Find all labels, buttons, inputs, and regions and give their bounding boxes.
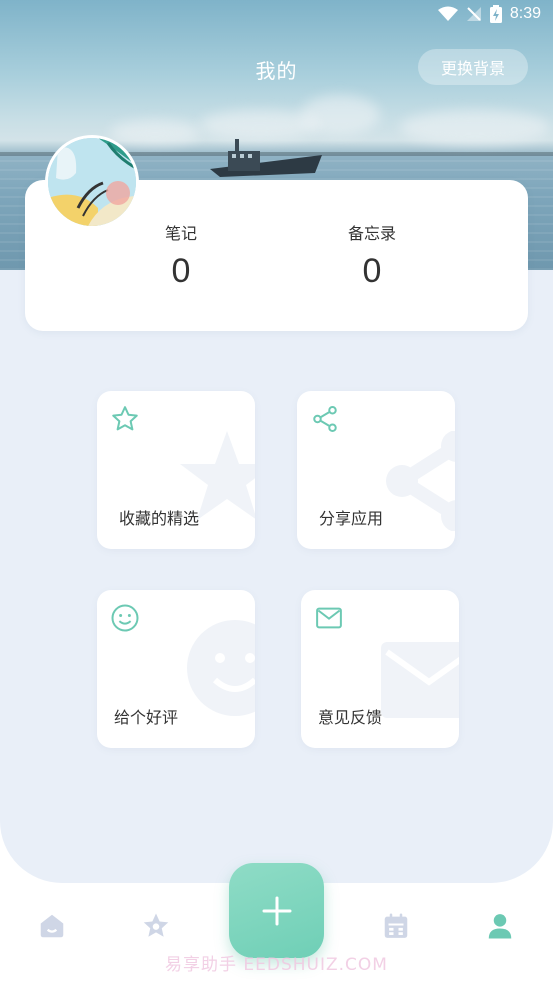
wifi-icon bbox=[437, 6, 458, 21]
nav-favorites[interactable] bbox=[136, 906, 176, 946]
star-badge-icon bbox=[143, 913, 169, 937]
share-icon bbox=[313, 406, 337, 432]
nav-calendar[interactable] bbox=[376, 906, 416, 946]
profile-icon bbox=[488, 914, 512, 939]
mail-watermark-icon bbox=[381, 642, 459, 718]
watermark-text: 易享助手 EEDSHUIZ.COM bbox=[165, 955, 388, 975]
nav-profile[interactable] bbox=[480, 906, 520, 946]
smiley-watermark-icon bbox=[187, 620, 255, 716]
favorites-tile[interactable]: 收藏的精选 bbox=[97, 391, 255, 549]
no-signal-icon bbox=[466, 7, 481, 21]
feedback-label: 意见反馈 bbox=[318, 708, 383, 727]
boat-graphic bbox=[210, 139, 322, 177]
share-app-label: 分享应用 bbox=[319, 509, 384, 528]
add-button[interactable] bbox=[229, 863, 324, 958]
favorites-label: 收藏的精选 bbox=[119, 509, 200, 528]
share-app-tile[interactable]: 分享应用 bbox=[297, 391, 455, 549]
rate-app-label: 给个好评 bbox=[114, 708, 179, 727]
memo-count: 0 bbox=[362, 252, 382, 290]
rate-app-tile[interactable]: 给个好评 bbox=[97, 590, 255, 748]
memo-stat[interactable]: 备忘录 0 bbox=[312, 220, 432, 291]
mail-icon bbox=[316, 607, 342, 629]
share-watermark-icon bbox=[386, 431, 455, 531]
notes-count: 0 bbox=[171, 252, 191, 290]
notes-stat[interactable]: 笔记 0 bbox=[121, 220, 241, 291]
star-icon bbox=[112, 406, 138, 431]
smiley-icon bbox=[111, 604, 139, 632]
memo-label: 备忘录 bbox=[347, 224, 396, 243]
feedback-tile[interactable]: 意见反馈 bbox=[301, 590, 459, 748]
status-time: 8:39 bbox=[509, 5, 541, 22]
status-bar: 8:39 bbox=[0, 0, 553, 32]
plus-icon bbox=[262, 896, 291, 925]
avatar[interactable] bbox=[45, 135, 139, 229]
notes-label: 笔记 bbox=[164, 224, 197, 243]
content-background bbox=[0, 270, 553, 883]
change-background-button[interactable]: 更换背景 bbox=[418, 49, 528, 85]
calendar-icon bbox=[384, 913, 408, 938]
home-icon bbox=[40, 914, 64, 938]
battery-charging-icon bbox=[489, 5, 502, 23]
nav-home[interactable] bbox=[32, 906, 72, 946]
